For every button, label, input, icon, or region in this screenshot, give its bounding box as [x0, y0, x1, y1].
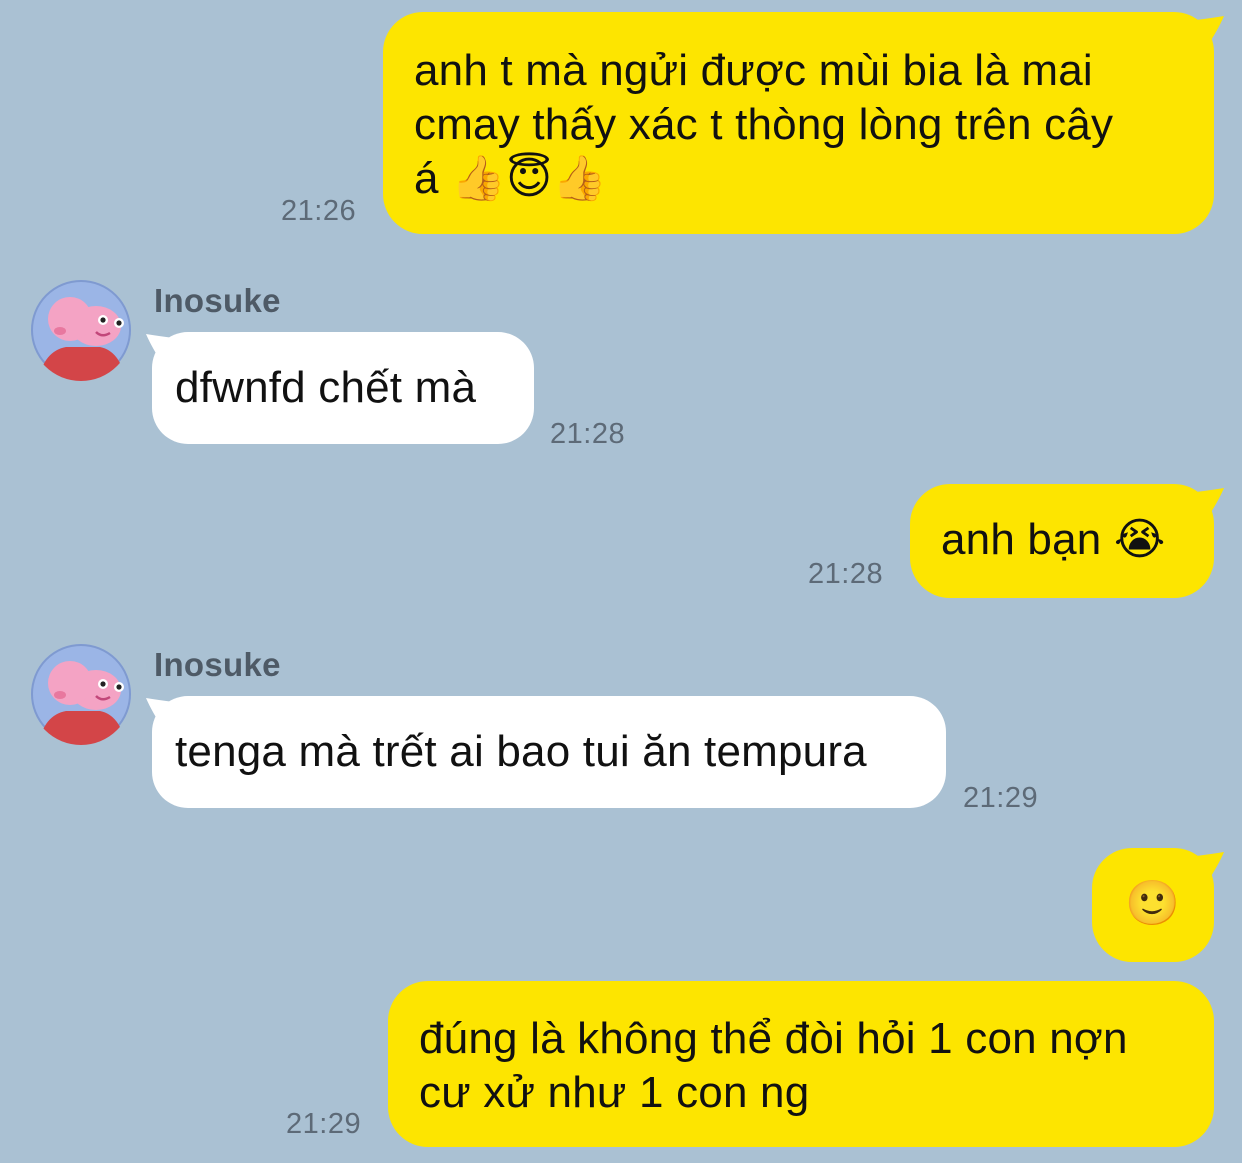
bubble-tail-icon — [1196, 488, 1224, 520]
their-message-bubble[interactable]: tenga mà trết ai bao tui ăn tempura — [152, 696, 946, 808]
sender-name: Inosuke — [154, 282, 281, 319]
message-time: 21:28 — [550, 418, 626, 450]
message-text: tenga mà trết ai bao tui ăn tempura — [175, 727, 867, 776]
my-message-bubble[interactable]: đúng là không thể đòi hỏi 1 con nợn cư x… — [388, 981, 1214, 1147]
bubble-tail-icon — [1196, 16, 1224, 48]
contact-avatar[interactable] — [30, 643, 132, 745]
message-time: 21:29 — [286, 1108, 362, 1140]
peppa-pig-avatar-icon — [31, 644, 131, 745]
bubble-tail-icon — [1196, 852, 1224, 884]
message-text: dfwnfd chết mà — [175, 363, 477, 412]
their-message-bubble[interactable]: dfwnfd chết mà — [152, 332, 534, 444]
my-message-bubble[interactable]: anh t mà ngửi được mùi bia là mai cmay t… — [383, 12, 1214, 234]
message-text: đúng là không thể đòi hỏi 1 con nợn cư x… — [419, 1014, 1128, 1117]
peppa-pig-avatar-icon — [31, 280, 131, 381]
message-time: 21:26 — [281, 195, 357, 227]
chat-message-list[interactable]: anh t mà ngửi được mùi bia là mai cmay t… — [0, 0, 1242, 1163]
message-time: 21:28 — [808, 558, 884, 590]
contact-avatar[interactable] — [30, 279, 132, 381]
message-text: anh t mà ngửi được mùi bia là mai cmay t… — [414, 46, 1114, 203]
message-text: anh bạn 😭 — [941, 515, 1166, 564]
my-message-bubble[interactable]: anh bạn 😭 — [910, 484, 1214, 598]
message-time: 21:29 — [963, 782, 1039, 814]
sender-name: Inosuke — [154, 646, 281, 683]
